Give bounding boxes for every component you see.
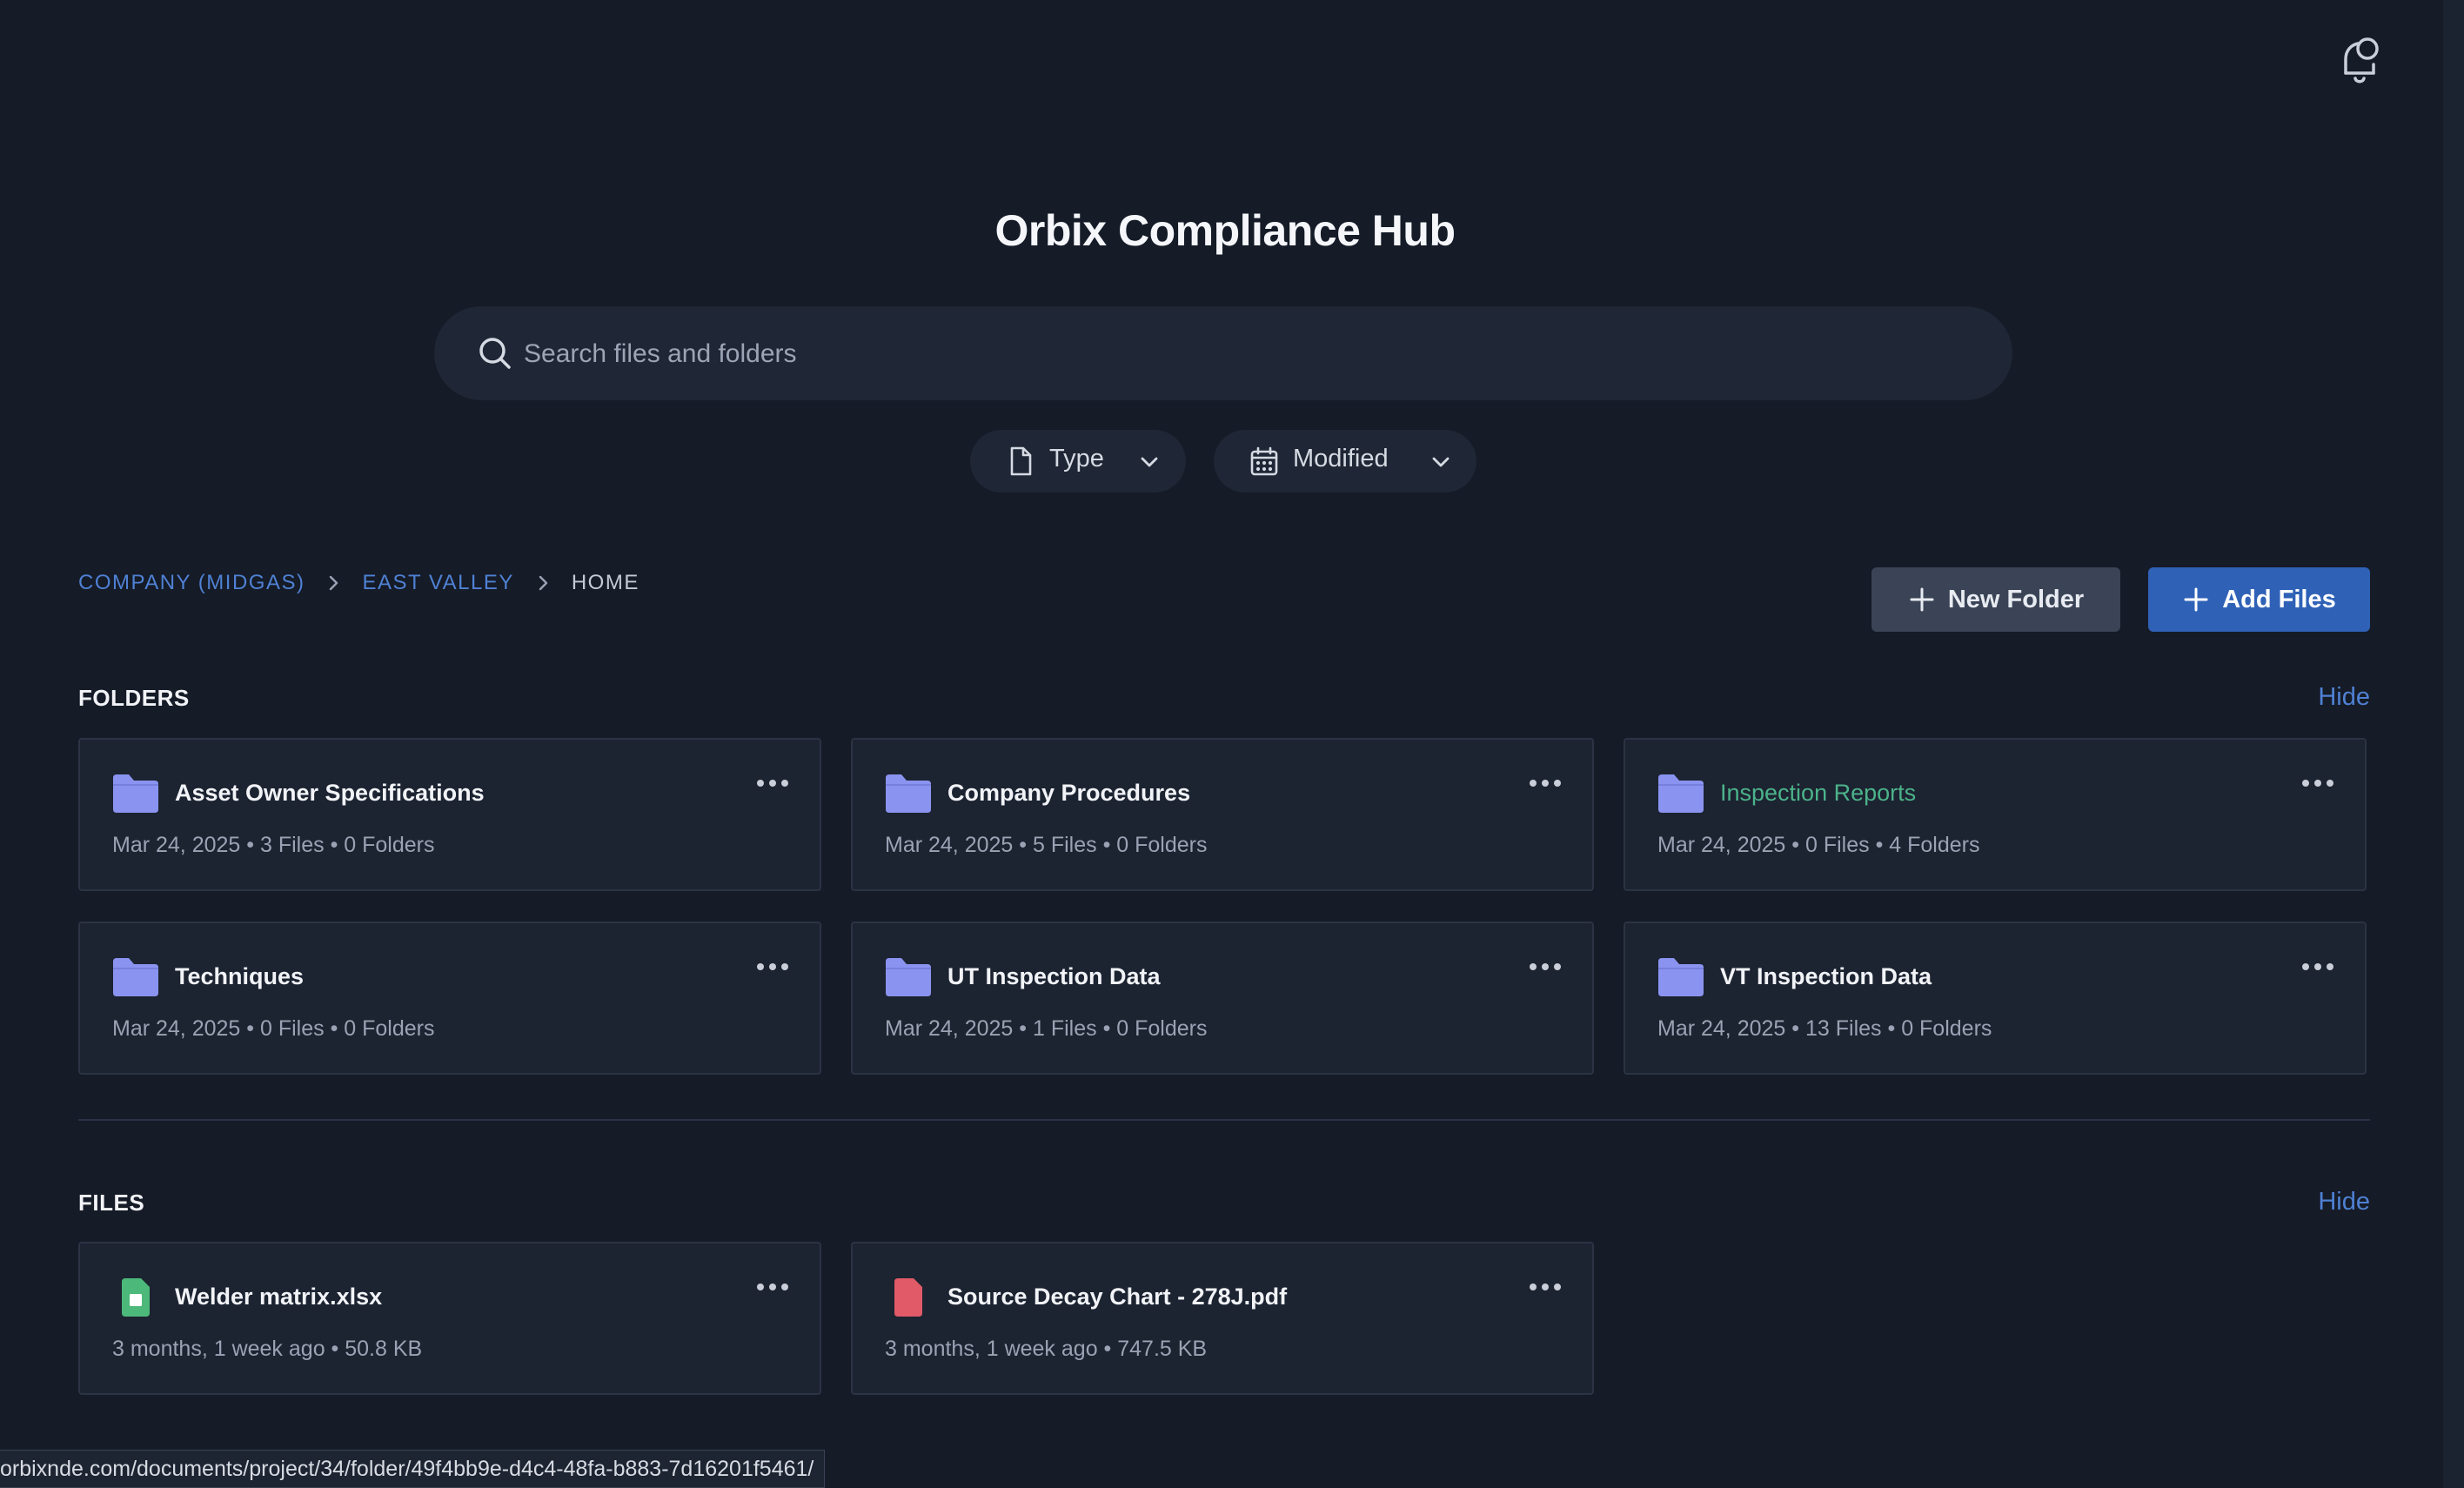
search-icon <box>479 338 511 369</box>
search-bar[interactable] <box>434 306 2012 400</box>
file-meta: 3 months, 1 week ago • 747.5 KB <box>885 1337 1208 1361</box>
spreadsheet-file-icon <box>122 1278 150 1317</box>
modified-filter-dropdown[interactable]: Modified <box>1214 430 1476 493</box>
status-bar-url: orbixnde.com/documents/project/34/folder… <box>0 1450 826 1488</box>
folder-meta: Mar 24, 2025 • 5 Files • 0 Folders <box>885 833 1208 857</box>
search-input[interactable] <box>522 329 1961 379</box>
folder-icon <box>113 958 158 996</box>
more-options-icon[interactable] <box>2300 778 2335 788</box>
folder-name: Company Procedures <box>947 780 1191 806</box>
more-options-icon[interactable] <box>755 962 790 972</box>
more-options-icon[interactable] <box>1528 962 1563 972</box>
calendar-icon <box>1250 446 1278 476</box>
folder-card[interactable]: Asset Owner Specifications Mar 24, 2025 … <box>78 738 821 891</box>
new-folder-button[interactable]: New Folder <box>1871 567 2120 632</box>
folder-icon <box>886 774 931 813</box>
breadcrumb-item-company[interactable]: COMPANY (MIDGAS) <box>78 571 305 595</box>
file-name: Welder matrix.xlsx <box>175 1284 383 1310</box>
add-files-label: Add Files <box>2222 585 2336 613</box>
files-hide-link[interactable]: Hide <box>2318 1188 2370 1217</box>
more-options-icon[interactable] <box>755 778 790 788</box>
new-folder-label: New Folder <box>1947 585 2085 613</box>
folder-icon <box>1658 774 1704 813</box>
folder-meta: Mar 24, 2025 • 0 Files • 4 Folders <box>1657 833 1980 857</box>
folder-card[interactable]: VT Inspection Data Mar 24, 2025 • 13 Fil… <box>1624 922 2367 1075</box>
folder-name: UT Inspection Data <box>947 963 1161 989</box>
file-name: Source Decay Chart - 278J.pdf <box>947 1284 1288 1310</box>
folder-card[interactable]: Techniques Mar 24, 2025 • 0 Files • 0 Fo… <box>78 922 821 1075</box>
folder-icon <box>1658 958 1704 996</box>
breadcrumb: COMPANY (MIDGAS) EAST VALLEY HOME <box>78 571 639 595</box>
more-options-icon[interactable] <box>1528 1282 1563 1292</box>
page-title: Orbix Compliance Hub <box>994 206 1456 255</box>
more-options-icon[interactable] <box>755 1282 790 1292</box>
more-options-icon[interactable] <box>1528 778 1563 788</box>
pdf-file-icon <box>894 1278 922 1317</box>
chevron-down-icon <box>1432 457 1450 467</box>
modified-filter-label: Modified <box>1293 445 1389 473</box>
breadcrumb-item-home: HOME <box>571 571 639 594</box>
folder-icon <box>113 774 158 813</box>
folders-section-title: FOLDERS <box>78 685 190 711</box>
file-icon <box>1010 446 1032 476</box>
add-files-button[interactable]: Add Files <box>2148 567 2370 632</box>
folder-name: Asset Owner Specifications <box>175 780 485 806</box>
folder-card[interactable]: Inspection Reports Mar 24, 2025 • 0 File… <box>1624 738 2367 891</box>
folder-name: Techniques <box>175 963 305 989</box>
plus-icon <box>1910 587 1934 612</box>
folder-name: VT Inspection Data <box>1720 963 1932 989</box>
folder-icon <box>886 958 931 996</box>
type-filter-dropdown[interactable]: Type <box>970 430 1186 493</box>
chevron-right-icon <box>539 575 548 591</box>
files-section-title: FILES <box>78 1190 145 1216</box>
folders-hide-link[interactable]: Hide <box>2318 683 2370 712</box>
folder-meta: Mar 24, 2025 • 3 Files • 0 Folders <box>112 833 435 857</box>
breadcrumb-item-east-valley[interactable]: EAST VALLEY <box>362 571 513 595</box>
more-options-icon[interactable] <box>2300 962 2335 972</box>
file-card[interactable]: Source Decay Chart - 278J.pdf 3 months, … <box>851 1242 1594 1395</box>
folder-meta: Mar 24, 2025 • 13 Files • 0 Folders <box>1657 1016 1992 1041</box>
bell-icon[interactable] <box>2339 35 2382 87</box>
section-divider <box>78 1119 2370 1121</box>
file-meta: 3 months, 1 week ago • 50.8 KB <box>112 1337 423 1361</box>
chevron-down-icon <box>1141 457 1158 467</box>
folder-card[interactable]: UT Inspection Data Mar 24, 2025 • 1 File… <box>851 922 1594 1075</box>
type-filter-label: Type <box>1049 445 1104 473</box>
file-card[interactable]: Welder matrix.xlsx 3 months, 1 week ago … <box>78 1242 821 1395</box>
plus-icon <box>2184 587 2208 612</box>
chevron-right-icon <box>330 575 338 591</box>
folder-card[interactable]: Company Procedures Mar 24, 2025 • 5 File… <box>851 738 1594 891</box>
folder-name: Inspection Reports <box>1720 780 1917 806</box>
folder-meta: Mar 24, 2025 • 1 Files • 0 Folders <box>885 1016 1208 1041</box>
folder-meta: Mar 24, 2025 • 0 Files • 0 Folders <box>112 1016 435 1041</box>
